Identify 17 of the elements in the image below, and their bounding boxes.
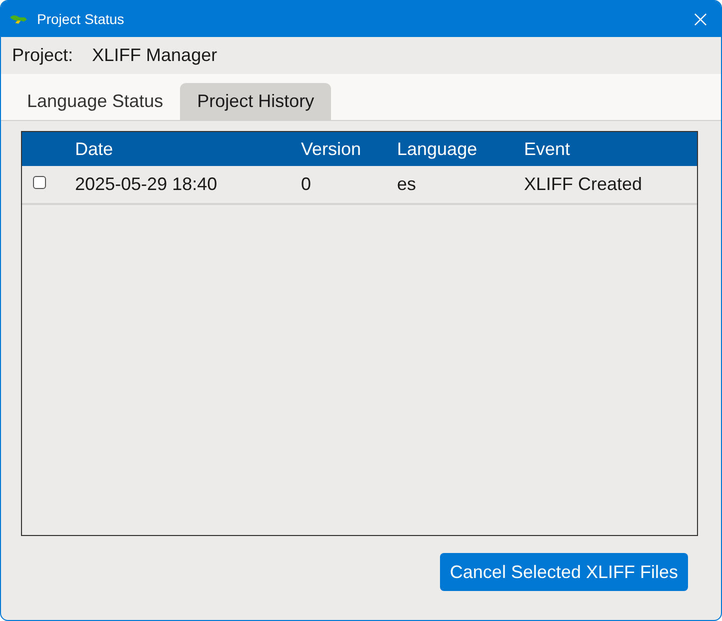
column-header[interactable]: Version — [301, 138, 397, 160]
window-title: Project Status — [37, 11, 124, 27]
column-header[interactable]: Event — [524, 138, 697, 160]
table-cell-text: XLIFF Created — [524, 174, 644, 195]
close-icon[interactable] — [694, 12, 707, 26]
project-label: Project: — [12, 45, 74, 66]
table-cell-text: 2025-05-29 18:40 — [75, 174, 218, 195]
column-header[interactable]: Language — [397, 138, 524, 160]
tab[interactable]: Project History — [180, 83, 332, 120]
logo-icon — [10, 14, 27, 24]
table-cell-text: es — [397, 174, 418, 195]
column-header[interactable]: Date — [75, 138, 301, 160]
project-name: XLIFF Manager — [92, 45, 218, 66]
table-cell-text: 0 — [301, 174, 312, 195]
row-checkbox[interactable] — [33, 176, 46, 189]
tab[interactable]: Language Status — [10, 83, 180, 120]
cancel-files-button[interactable]: Cancel Selected XLIFF Files — [440, 553, 688, 591]
